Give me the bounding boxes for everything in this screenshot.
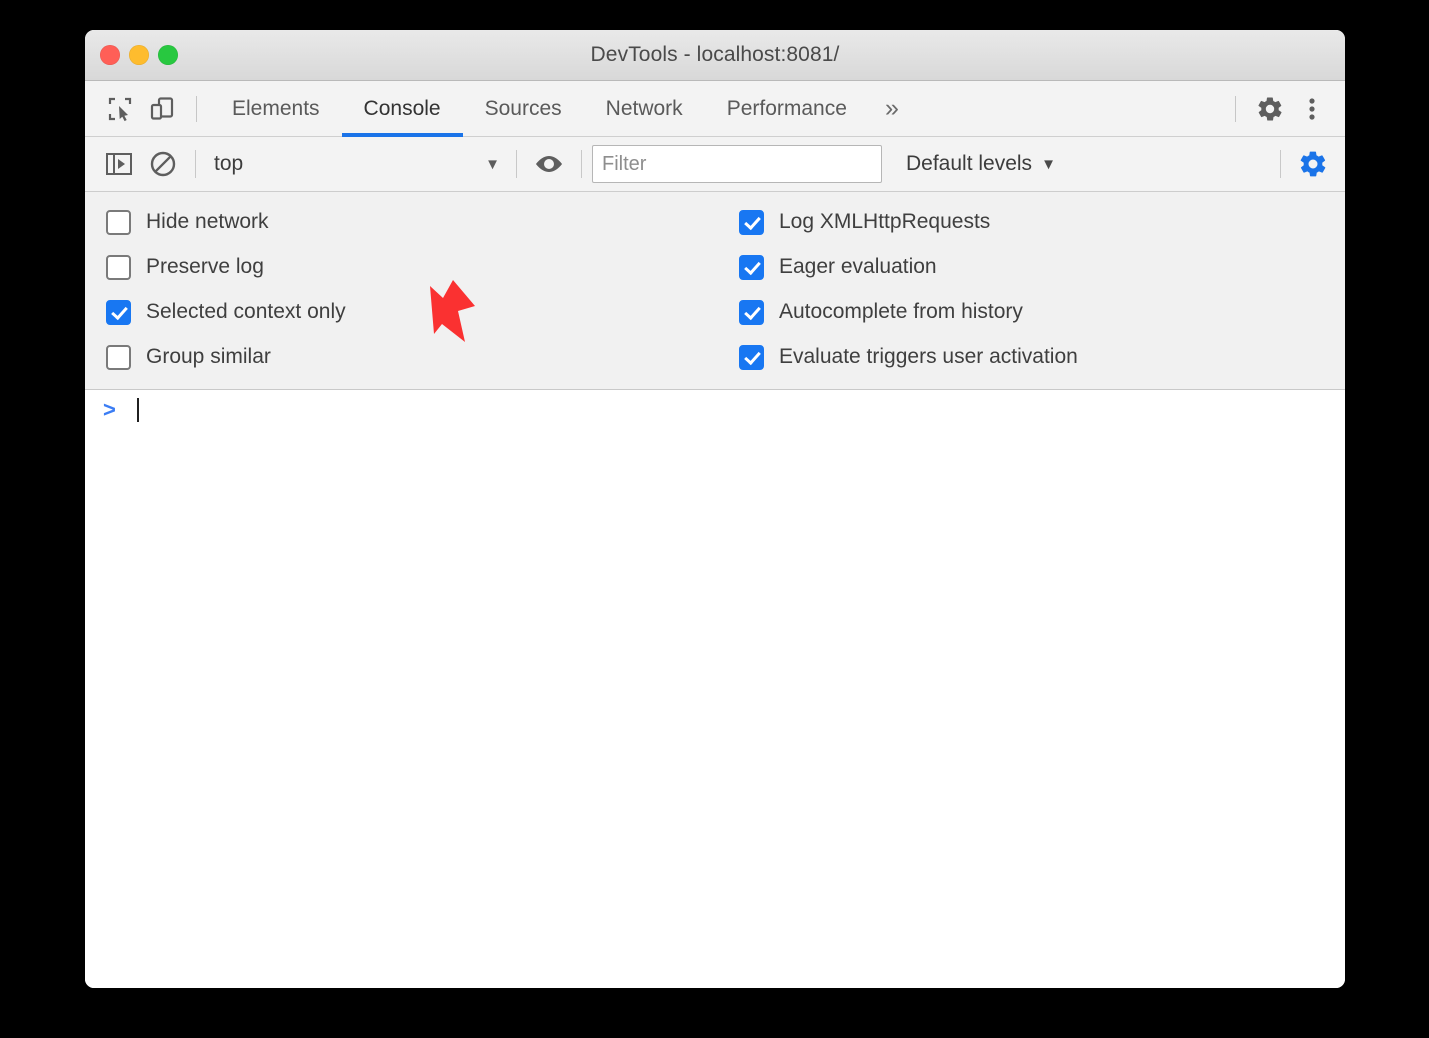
eager-evaluation-label: Eager evaluation xyxy=(779,255,937,279)
selected-context-only-checkbox[interactable] xyxy=(106,300,131,325)
console-prompt-icon: > xyxy=(103,397,127,423)
group-similar-checkbox[interactable] xyxy=(106,345,131,370)
setting-preserve-log[interactable]: Preserve log xyxy=(106,251,715,283)
hide-network-label: Hide network xyxy=(146,210,269,234)
console-output-area[interactable]: > xyxy=(85,390,1345,988)
devtools-tabbar: Elements Console Sources Network Perform… xyxy=(85,81,1345,137)
tab-network-label: Network xyxy=(606,97,683,121)
console-toolbar: top ▼ Default levels ▼ xyxy=(85,137,1345,192)
preserve-log-checkbox[interactable] xyxy=(106,255,131,280)
window-title: DevTools - localhost:8081/ xyxy=(85,43,1345,67)
window-controls xyxy=(100,45,178,65)
console-toolbar-divider-3 xyxy=(581,150,582,178)
tab-elements[interactable]: Elements xyxy=(210,81,342,137)
setting-hide-network[interactable]: Hide network xyxy=(106,206,715,238)
settings-right-column: Log XMLHttpRequests Eager evaluation Aut… xyxy=(715,206,1345,373)
clear-console-icon[interactable] xyxy=(141,144,185,184)
tabbar-divider xyxy=(196,96,197,122)
console-toolbar-right-group xyxy=(1270,144,1345,184)
chevron-down-icon: ▼ xyxy=(485,157,500,172)
gear-icon[interactable] xyxy=(1249,88,1291,130)
more-tabs-icon[interactable]: » xyxy=(869,88,915,130)
device-toolbar-icon[interactable] xyxy=(141,88,183,130)
console-toolbar-divider-2 xyxy=(516,150,517,178)
window-titlebar: DevTools - localhost:8081/ xyxy=(85,30,1345,81)
close-window-button[interactable] xyxy=(100,45,120,65)
log-levels-selector[interactable]: Default levels ▼ xyxy=(894,144,1068,184)
tab-console-label: Console xyxy=(364,97,441,121)
console-sidebar-icon[interactable] xyxy=(97,144,141,184)
execution-context-value: top xyxy=(214,152,243,176)
setting-group-similar[interactable]: Group similar xyxy=(106,341,715,373)
preserve-log-label: Preserve log xyxy=(146,255,264,279)
chevron-down-icon: ▼ xyxy=(1041,157,1056,172)
log-xmlhttprequests-checkbox[interactable] xyxy=(739,210,764,235)
tab-performance-label: Performance xyxy=(727,97,847,121)
inspect-element-icon[interactable] xyxy=(99,88,141,130)
evaluate-triggers-user-activation-checkbox[interactable] xyxy=(739,345,764,370)
setting-eager-evaluation[interactable]: Eager evaluation xyxy=(739,251,1345,283)
kebab-menu-icon[interactable] xyxy=(1291,88,1333,130)
setting-selected-context-only[interactable]: Selected context only xyxy=(106,296,715,328)
console-settings-panel: Hide network Preserve log Selected conte… xyxy=(85,192,1345,390)
evaluate-triggers-user-activation-label: Evaluate triggers user activation xyxy=(779,345,1078,369)
settings-left-column: Hide network Preserve log Selected conte… xyxy=(85,206,715,373)
execution-context-selector[interactable]: top ▼ xyxy=(206,144,506,184)
eager-evaluation-checkbox[interactable] xyxy=(739,255,764,280)
log-levels-label: Default levels xyxy=(906,152,1032,176)
tab-sources-label: Sources xyxy=(485,97,562,121)
console-text-caret xyxy=(137,398,139,422)
autocomplete-from-history-label: Autocomplete from history xyxy=(779,300,1023,324)
maximize-window-button[interactable] xyxy=(158,45,178,65)
console-settings-gear-icon[interactable] xyxy=(1291,144,1335,184)
console-toolbar-divider-1 xyxy=(195,150,196,178)
tab-elements-label: Elements xyxy=(232,97,320,121)
log-xmlhttprequests-label: Log XMLHttpRequests xyxy=(779,210,990,234)
selected-context-only-label: Selected context only xyxy=(146,300,346,324)
group-similar-label: Group similar xyxy=(146,345,271,369)
tab-performance[interactable]: Performance xyxy=(705,81,869,137)
filter-input[interactable] xyxy=(592,145,882,183)
more-tabs-label: » xyxy=(885,94,899,123)
setting-log-xmlhttprequests[interactable]: Log XMLHttpRequests xyxy=(739,206,1345,238)
setting-evaluate-triggers-user-activation[interactable]: Evaluate triggers user activation xyxy=(739,341,1345,373)
hide-network-checkbox[interactable] xyxy=(106,210,131,235)
tab-network[interactable]: Network xyxy=(584,81,705,137)
tab-sources[interactable]: Sources xyxy=(463,81,584,137)
eye-icon[interactable] xyxy=(527,144,571,184)
console-prompt-row[interactable]: > xyxy=(85,390,1345,430)
devtools-window: DevTools - localhost:8081/ Elements Cons… xyxy=(85,30,1345,988)
tab-console[interactable]: Console xyxy=(342,81,463,137)
minimize-window-button[interactable] xyxy=(129,45,149,65)
autocomplete-from-history-checkbox[interactable] xyxy=(739,300,764,325)
tabbar-right-group xyxy=(1222,88,1345,130)
tabbar-right-divider xyxy=(1235,96,1236,122)
setting-autocomplete-from-history[interactable]: Autocomplete from history xyxy=(739,296,1345,328)
console-toolbar-divider-4 xyxy=(1280,150,1281,178)
